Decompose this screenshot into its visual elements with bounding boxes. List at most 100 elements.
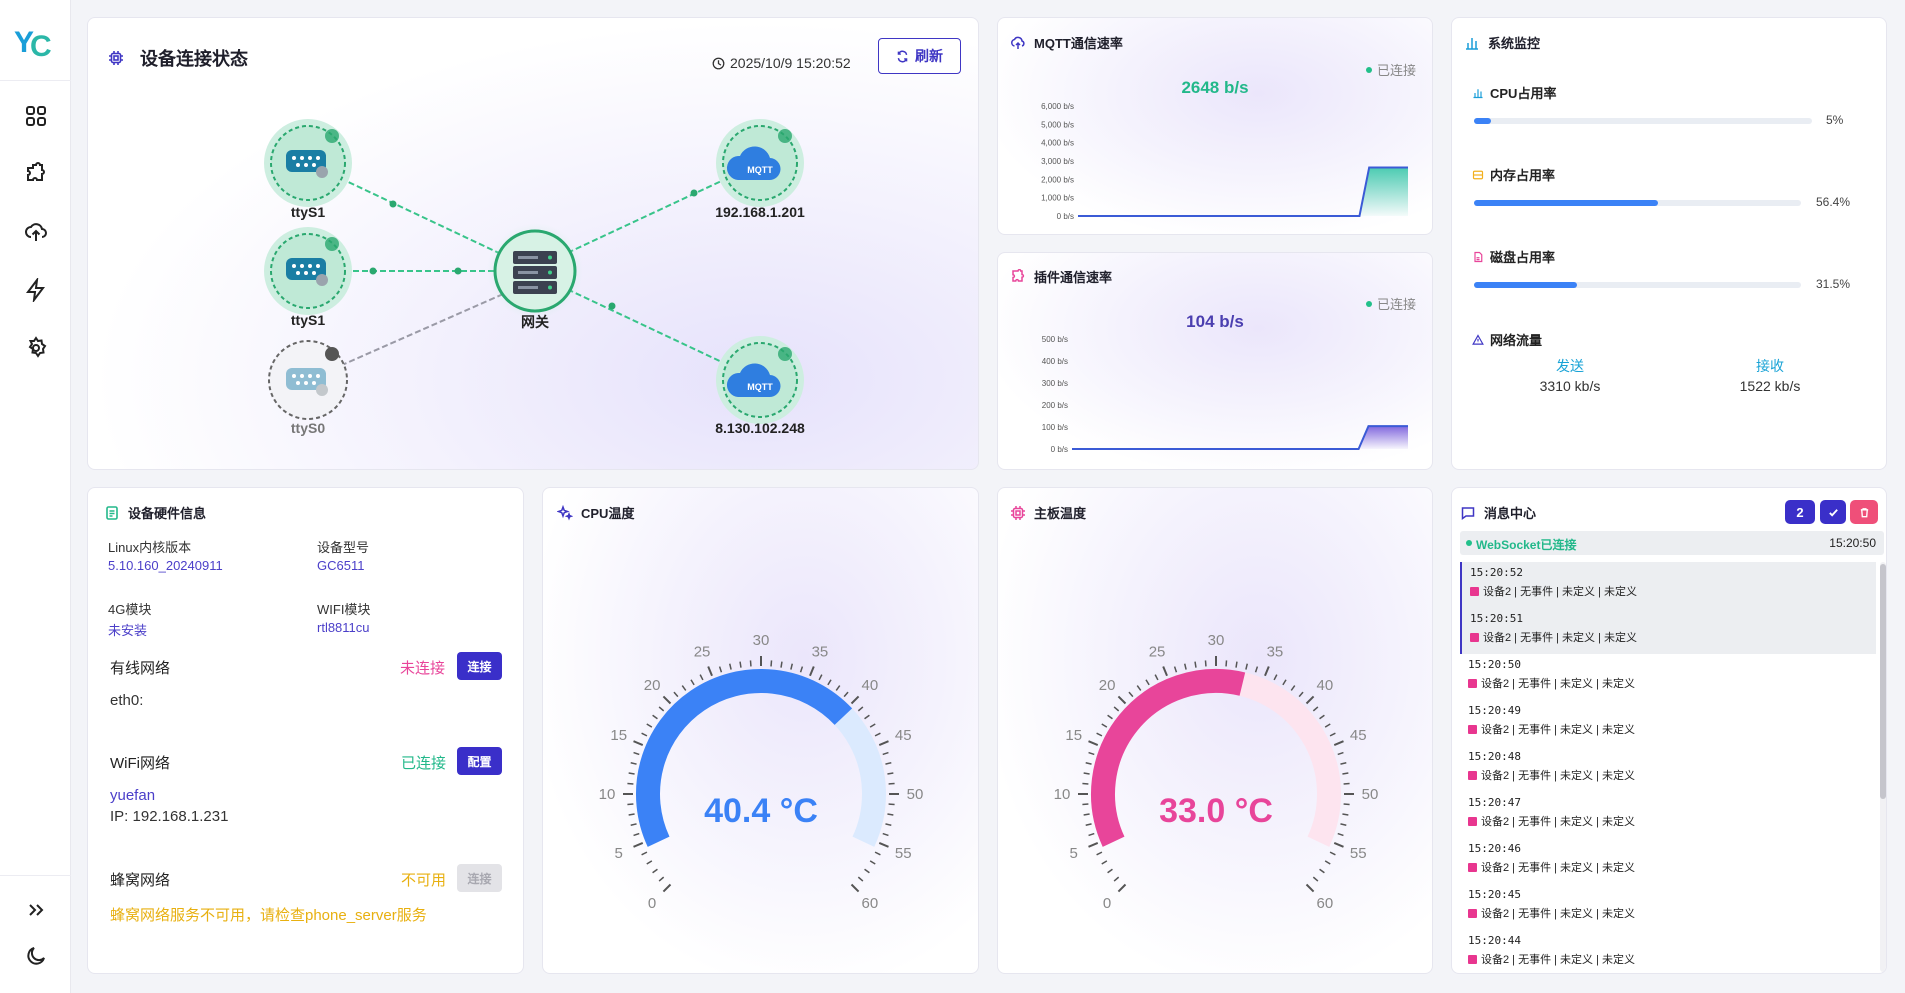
gauge-tick <box>658 876 665 882</box>
gauge-label: 60 <box>1317 895 1334 912</box>
gauge-tick <box>1117 883 1127 893</box>
message-item[interactable]: 15:20:45 设备2 | 无事件 | 未定义 | 未定义 <box>1460 884 1876 930</box>
mqtt-node-1[interactable]: MQTT <box>716 119 804 207</box>
message-time: 15:20:48 <box>1468 750 1521 763</box>
node-label-serial1: ttyS1 <box>290 204 326 220</box>
gauge-tick <box>1245 663 1249 670</box>
network-recv: 接收 1522 kb/s <box>1710 356 1830 394</box>
series-line <box>1072 425 1408 450</box>
mem-usage-fill <box>1474 200 1659 206</box>
kernel-value: 5.10.160_20240911 <box>108 558 223 573</box>
message-time: 15:20:49 <box>1468 704 1521 717</box>
unread-count-badge[interactable]: 2 <box>1785 500 1815 524</box>
cpu-temp-card: CPU温度 0 5 10 15 20 25 30 35 40 45 50 55 60 40.4 °C <box>542 487 979 974</box>
message-item[interactable]: 15:20:46 设备2 | 无事件 | 未定义 | 未定义 <box>1460 838 1876 884</box>
theme-toggle-button[interactable] <box>20 940 52 972</box>
gauge-tick <box>1154 674 1159 681</box>
message-text: 设备2 | 无事件 | 未定义 | 未定义 <box>1481 678 1636 690</box>
mark-read-button[interactable] <box>1820 500 1846 524</box>
websocket-status-text: WebSocket已连接 <box>1476 538 1577 552</box>
gauge-tick <box>662 695 672 705</box>
scrollbar-thumb[interactable] <box>1880 564 1886 799</box>
message-body: 设备2 | 无事件 | 未定义 | 未定义 <box>1468 859 1870 875</box>
serial-node-2[interactable] <box>264 227 352 315</box>
gauge-tick <box>628 772 635 775</box>
recv-value: 1522 kb/s <box>1739 378 1801 394</box>
gauge-tick <box>699 674 704 681</box>
system-monitor-card: 系统监控 CPU占用率 5% 内存占用率 56.4% 磁盘占用率 31.5% 网… <box>1451 17 1887 470</box>
cpu-temp-gauge: 0 5 10 15 20 25 30 35 40 45 50 55 60 40.4 °C <box>599 632 924 912</box>
gauge-tick <box>646 860 653 865</box>
message-text: 设备2 | 无事件 | 未定义 | 未定义 <box>1481 816 1636 828</box>
gauge-tick <box>1319 714 1325 720</box>
gauge-tick <box>1298 691 1304 698</box>
expand-icon <box>29 904 44 916</box>
message-item[interactable]: 15:20:50 设备2 | 无事件 | 未定义 | 未定义 <box>1460 654 1876 700</box>
gauge-tick <box>878 842 889 848</box>
gauge-tick <box>887 813 894 816</box>
status-dot <box>1466 540 1472 546</box>
message-body: 设备2 | 无事件 | 未定义 | 未定义 <box>1470 583 1870 599</box>
message-list[interactable]: 15:20:52 设备2 | 无事件 | 未定义 | 未定义 15:20:51 设备2… <box>1460 562 1876 972</box>
message-time: 15:20:45 <box>1468 888 1521 901</box>
gauge-label: 15 <box>1065 727 1082 744</box>
message-item[interactable]: 15:20:51 设备2 | 无事件 | 未定义 | 未定义 <box>1460 608 1876 654</box>
message-item[interactable]: 15:20:49 设备2 | 无事件 | 未定义 | 未定义 <box>1460 700 1876 746</box>
gauge-label: 45 <box>895 727 912 744</box>
message-body: 设备2 | 无事件 | 未定义 | 未定义 <box>1468 721 1870 737</box>
serial-node-1[interactable] <box>264 119 352 207</box>
g4-label: 4G模块 <box>108 602 152 617</box>
gauge-tick <box>630 823 637 827</box>
sidebar-item-events[interactable] <box>20 274 52 306</box>
websocket-time: 15:20:50 <box>1829 536 1876 550</box>
sidebar-expand-button[interactable] <box>20 894 52 926</box>
gauge-tick <box>1324 723 1331 728</box>
wifi-config-button[interactable]: 配置 <box>457 747 502 775</box>
message-scrollbar[interactable] <box>1880 562 1886 972</box>
message-center-card: 消息中心 2 WebSocket已连接 15:20:50 15:20:52 设备2… <box>1451 487 1887 974</box>
message-item[interactable]: 15:20:47 设备2 | 无事件 | 未定义 | 未定义 <box>1460 792 1876 838</box>
gauge-tick <box>857 706 864 712</box>
gateway-node[interactable] <box>487 223 583 319</box>
gauge-tick <box>646 723 653 728</box>
y-tick-label: 6,000 b/s <box>1041 102 1074 111</box>
message-text: 设备2 | 无事件 | 未定义 | 未定义 <box>1483 632 1638 644</box>
gauge-label: 15 <box>610 727 627 744</box>
hardware-card: 设备硬件信息 Linux内核版本 5.10.160_20240911 设备型号 … <box>87 487 524 974</box>
gauge-tick <box>1312 706 1319 712</box>
mqtt-node-2[interactable]: MQTT <box>716 336 804 424</box>
gauge-tick <box>843 691 849 698</box>
sidebar-item-settings[interactable] <box>20 332 52 364</box>
sidebar-item-dashboard[interactable] <box>20 100 52 132</box>
clear-messages-button[interactable] <box>1850 500 1878 524</box>
message-text: 设备2 | 无事件 | 未定义 | 未定义 <box>1481 770 1636 782</box>
wired-connect-button[interactable]: 连接 <box>457 652 502 680</box>
gauge-label: 40 <box>1317 677 1334 694</box>
serial-node-3[interactable] <box>268 340 348 420</box>
gauge-tick <box>1085 761 1092 765</box>
gauge-tick <box>1312 876 1319 882</box>
event-icon <box>1468 908 1477 918</box>
gauge-tick <box>633 842 644 848</box>
recv-label: 接收 <box>1756 358 1784 374</box>
event-icon <box>1468 678 1477 688</box>
event-icon <box>1468 770 1477 780</box>
gauge-tick <box>1088 740 1099 746</box>
gauge-tick <box>1337 751 1344 756</box>
sidebar-item-upload[interactable] <box>20 216 52 248</box>
message-item[interactable]: 15:20:48 设备2 | 无事件 | 未定义 | 未定义 <box>1460 746 1876 792</box>
gauge-tick <box>1254 666 1259 673</box>
sidebar-item-plugins[interactable] <box>20 158 52 190</box>
disk-usage-percent: 31.5% <box>1816 277 1851 291</box>
message-item[interactable]: 15:20:52 设备2 | 无事件 | 未定义 | 未定义 <box>1460 562 1876 608</box>
cell-connect-button[interactable]: 连接 <box>457 864 502 892</box>
gauge-tick <box>1096 851 1103 856</box>
gauge-tick <box>1088 842 1099 848</box>
gauge-tick <box>707 666 713 677</box>
gauge-tick <box>641 732 648 737</box>
message-item[interactable]: 15:20:44 设备2 | 无事件 | 未定义 | 未定义 <box>1460 930 1876 972</box>
gauge-tick <box>799 666 804 673</box>
cell-status: 不可用 <box>401 872 447 889</box>
gauge-value-text: 33.0 °C <box>1159 792 1273 830</box>
gauge-tick <box>1085 823 1092 827</box>
